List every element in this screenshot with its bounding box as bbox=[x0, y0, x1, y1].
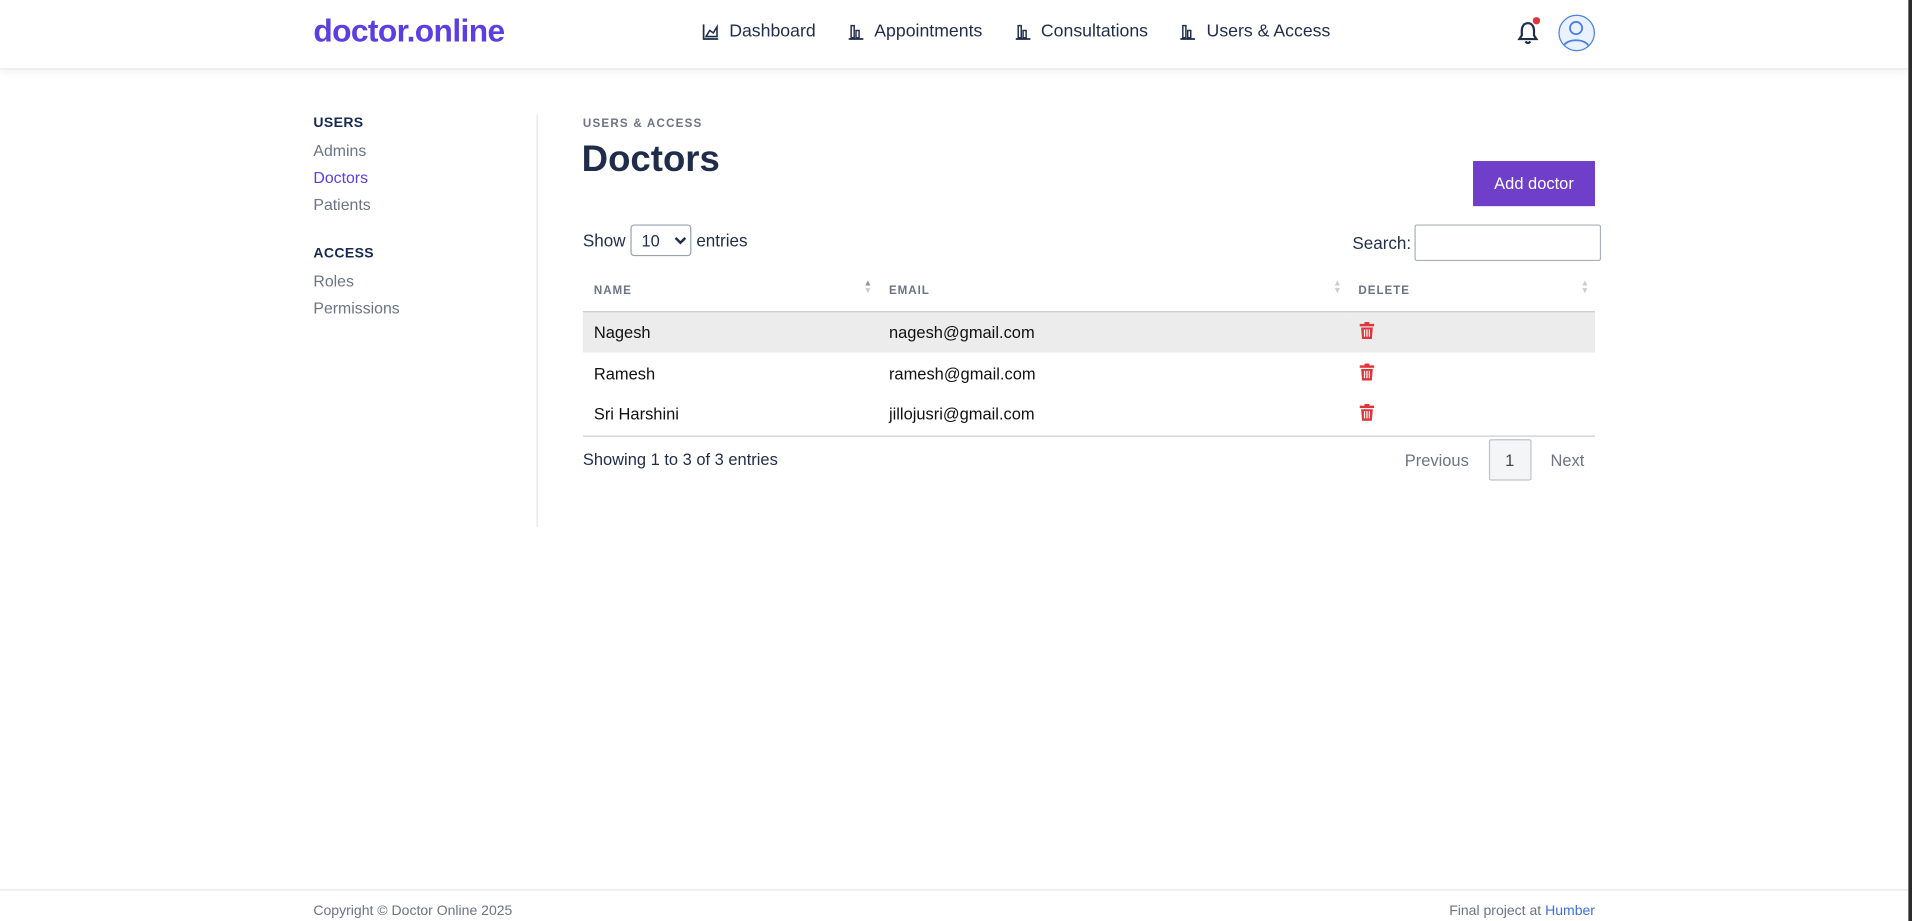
trash-icon[interactable] bbox=[1358, 321, 1375, 343]
page-length-control: Show 10 entries bbox=[582, 224, 748, 257]
next-button[interactable]: Next bbox=[1536, 451, 1599, 469]
table-row: Ramesh ramesh@gmail.com bbox=[583, 353, 1595, 394]
notification-dot bbox=[1532, 17, 1541, 25]
footer-credit: Final project at Humber bbox=[1449, 904, 1595, 919]
window-edge bbox=[1908, 0, 1912, 921]
search-control: Search: bbox=[1352, 224, 1602, 262]
nav-appointments-label: Appointments bbox=[874, 21, 983, 42]
sort-icon: ▲ ▼ bbox=[1580, 279, 1591, 296]
footer: Copyright © Doctor Online 2025 Final pro… bbox=[0, 889, 1909, 921]
cell-delete bbox=[1347, 353, 1595, 394]
breadcrumb: USERS & ACCESS bbox=[582, 117, 703, 131]
cell-name: Nagesh bbox=[582, 311, 878, 353]
nav-appointments[interactable]: Appointments bbox=[847, 21, 983, 42]
notifications-button[interactable] bbox=[1517, 17, 1541, 51]
sort-icon: ▲ ▼ bbox=[1333, 279, 1343, 296]
sidebar-item-admins[interactable]: Admins bbox=[313, 142, 536, 160]
nav-dashboard-label: Dashboard bbox=[729, 21, 816, 42]
sidebar-item-doctors[interactable]: Doctors bbox=[313, 168, 536, 186]
cell-name: Sri Harshini bbox=[582, 394, 878, 437]
sidebar-heading-users: USERS bbox=[313, 115, 364, 131]
humber-link[interactable]: Humber bbox=[1545, 904, 1595, 919]
page: doctor.online Dashboard Appointments Con… bbox=[0, 0, 1912, 921]
area-chart-icon bbox=[702, 23, 719, 40]
cell-delete bbox=[1347, 394, 1595, 437]
column-header-name[interactable]: NAME ▲ ▼ bbox=[582, 270, 878, 312]
add-doctor-button[interactable]: Add doctor bbox=[1473, 161, 1595, 207]
column-header-email[interactable]: EMAIL ▲ ▼ bbox=[877, 270, 1348, 312]
previous-button[interactable]: Previous bbox=[1390, 451, 1483, 469]
nav-users-access-label: Users & Access bbox=[1206, 21, 1331, 42]
sidebar-access-group: ACCESS Roles Permissions bbox=[313, 246, 536, 317]
sidebar-heading-access: ACCESS bbox=[313, 246, 375, 262]
entries-select[interactable]: 10 bbox=[630, 224, 692, 257]
nav-consultations-label: Consultations bbox=[1040, 21, 1149, 42]
pagination: Previous 1 Next bbox=[1390, 439, 1599, 481]
trash-icon[interactable] bbox=[1358, 362, 1375, 384]
bar-chart-icon bbox=[848, 24, 864, 40]
sidebar-item-permissions[interactable]: Permissions bbox=[313, 299, 536, 317]
user-avatar[interactable] bbox=[1558, 14, 1595, 52]
nav-users-access[interactable]: Users & Access bbox=[1180, 21, 1331, 42]
sidebar: USERS Admins Doctors Patients ACCESS Rol… bbox=[313, 116, 536, 326]
cell-email: nagesh@gmail.com bbox=[877, 311, 1348, 353]
copyright: Copyright © Doctor Online 2025 bbox=[313, 903, 513, 919]
trash-icon[interactable] bbox=[1358, 404, 1375, 425]
table-row: Sri Harshini jillojusri@gmail.com bbox=[582, 394, 1595, 437]
user-avatar-icon bbox=[1562, 21, 1590, 48]
column-header-delete[interactable]: DELETE ▲ ▼ bbox=[1347, 270, 1595, 312]
page-title: Doctors bbox=[581, 139, 720, 180]
cell-email: jillojusri@gmail.com bbox=[877, 394, 1348, 437]
table-row: Nagesh nagesh@gmail.com bbox=[582, 311, 1595, 353]
sidebar-item-patients[interactable]: Patients bbox=[313, 195, 536, 213]
cell-delete bbox=[1347, 311, 1595, 353]
bar-chart-icon bbox=[1015, 24, 1030, 40]
sort-icon: ▲ ▼ bbox=[863, 279, 874, 296]
nav-dashboard[interactable]: Dashboard bbox=[702, 21, 816, 42]
sidebar-divider bbox=[536, 114, 538, 527]
search-label: Search: bbox=[1352, 233, 1412, 253]
doctors-table: NAME ▲ ▼ EMAIL ▲ ▼ DELETE ▲ ▼ Nagesh nagesh… bbox=[582, 270, 1595, 437]
entries-label: entries bbox=[696, 230, 748, 251]
main-nav: Dashboard Appointments Consultations Use… bbox=[702, 21, 1362, 42]
nav-consultations[interactable]: Consultations bbox=[1014, 21, 1149, 42]
credit-prefix: Final project at bbox=[1449, 903, 1542, 919]
search-input[interactable] bbox=[1414, 224, 1602, 262]
bar-chart-icon bbox=[1180, 24, 1196, 40]
table-info: Showing 1 to 3 of 3 entries bbox=[582, 450, 778, 469]
cell-email: ramesh@gmail.com bbox=[888, 364, 1036, 383]
top-navbar: doctor.online Dashboard Appointments Con… bbox=[0, 0, 1909, 70]
page-1-button[interactable]: 1 bbox=[1488, 439, 1531, 481]
cell-name: Ramesh bbox=[593, 364, 656, 383]
show-label: Show bbox=[582, 230, 626, 251]
sidebar-item-roles[interactable]: Roles bbox=[313, 272, 536, 290]
logo[interactable]: doctor.online bbox=[313, 12, 505, 50]
